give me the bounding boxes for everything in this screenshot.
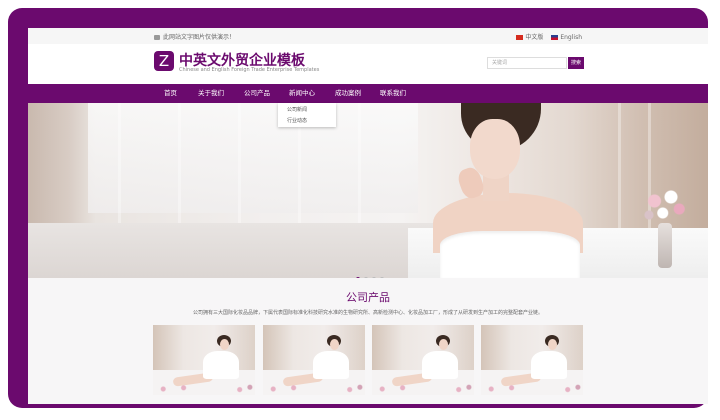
window-frame: 此网站文字图片仅供演示！ 中文版 English Z 中英文外贸企业模板 Chi… [8,8,708,408]
site-header: Z 中英文外贸企业模板 Chinese and English Foreign … [28,44,708,84]
card-model-face [330,339,339,350]
site-subtitle: Chinese and English Foreign Trade Enterp… [179,67,320,73]
flower-bouquet [638,185,693,225]
card-model-face [548,339,557,350]
card-model-face [220,339,229,350]
card-model-towel [203,351,239,379]
model-towel [440,231,580,278]
hero-banner[interactable] [28,103,708,278]
nav-item-home[interactable]: 首页 [164,84,177,103]
card-petals [263,383,365,395]
top-bar: 此网站文字图片仅供演示！ 中文版 English [28,28,708,44]
nav-item-cases[interactable]: 成功案例 [335,84,361,103]
card-model-towel [313,351,349,379]
card-petals [481,383,583,395]
search-button[interactable]: 搜索 [568,57,584,69]
china-flag-icon [516,35,524,40]
section-description: 公司拥有三大国际化妆品品牌，下属代表国际标准化科技研究水准的生物研究所、高新检测… [192,310,543,316]
lang-cn-link[interactable]: 中文版 [525,34,543,41]
nav-item-contact[interactable]: 联系我们 [380,84,406,103]
product-card[interactable] [153,325,255,395]
card-model-towel [422,351,458,379]
speaker-icon [154,35,160,40]
language-switcher: 中文版 English [510,32,582,41]
logo-icon[interactable]: Z [154,51,174,71]
product-card[interactable] [263,325,365,395]
notice-text: 此网站文字图片仅供演示！ [154,32,235,41]
card-model-face [439,339,448,350]
vase [658,223,672,268]
news-dropdown: 公司新闻 行业动态 [278,103,336,127]
dropdown-item-industry-news[interactable]: 行业动态 [287,117,307,124]
card-model-towel [531,351,567,379]
card-petals [153,383,255,395]
search-input[interactable]: 关键词 [487,57,567,69]
notice-label: 此网站文字图片仅供演示！ [163,34,236,41]
section-title: 公司产品 [346,291,390,304]
us-flag-icon [551,35,559,40]
slider-dots [354,266,386,278]
lang-en-link[interactable]: English [560,34,582,41]
dropdown-item-company-news[interactable]: 公司新闻 [287,106,307,113]
nav-item-news[interactable]: 新闻中心 [289,84,315,103]
main-nav: 首页 关于我们 公司产品 新闻中心 成功案例 联系我们 [28,84,708,103]
window-light [88,103,418,213]
nav-item-about[interactable]: 关于我们 [198,84,224,103]
nav-item-products[interactable]: 公司产品 [244,84,270,103]
model-face [470,119,520,179]
page: 此网站文字图片仅供演示！ 中文版 English Z 中英文外贸企业模板 Chi… [28,28,708,404]
products-section: 公司产品 公司拥有三大国际化妆品品牌，下属代表国际标准化科技研究水准的生物研究所… [28,278,708,404]
product-card[interactable] [481,325,583,395]
card-petals [372,383,474,395]
product-card[interactable] [372,325,474,395]
